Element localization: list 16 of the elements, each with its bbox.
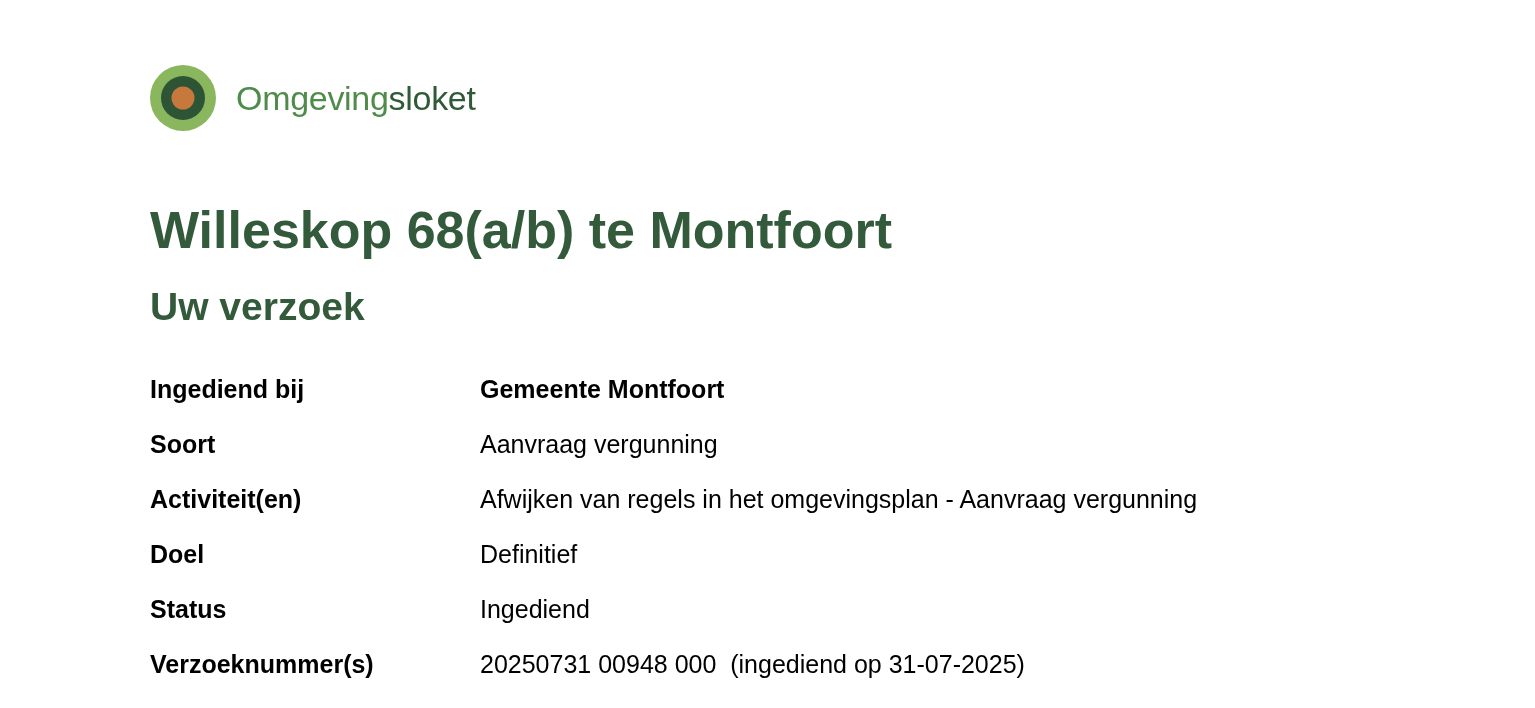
- logo-rings-icon: [150, 65, 216, 131]
- field-value: Ingediend: [480, 595, 590, 624]
- field-value: Aanvraag vergunning: [480, 430, 718, 459]
- field-label: Activiteit(en): [150, 485, 302, 514]
- field-label: Ingediend bij: [150, 375, 305, 404]
- field-label: Soort: [150, 430, 216, 459]
- field-label: Doel: [150, 540, 205, 569]
- logo-wordmark: Omgevingsloket: [236, 77, 476, 119]
- field-value: Gemeente Montfoort: [480, 375, 725, 404]
- section-heading: Uw verzoek: [150, 284, 365, 330]
- page-title: Willeskop 68(a/b) te Montfoort: [150, 201, 892, 259]
- field-label: Status: [150, 595, 227, 624]
- field-value: 20250731 00948 000 (ingediend op 31-07-2025): [480, 650, 1025, 679]
- field-label: Verzoeknummer(s): [150, 650, 374, 679]
- field-value: Definitief: [480, 540, 578, 569]
- field-value: Afwijken van regels in het omgevingsplan - Aanvraag vergunning: [480, 485, 1198, 514]
